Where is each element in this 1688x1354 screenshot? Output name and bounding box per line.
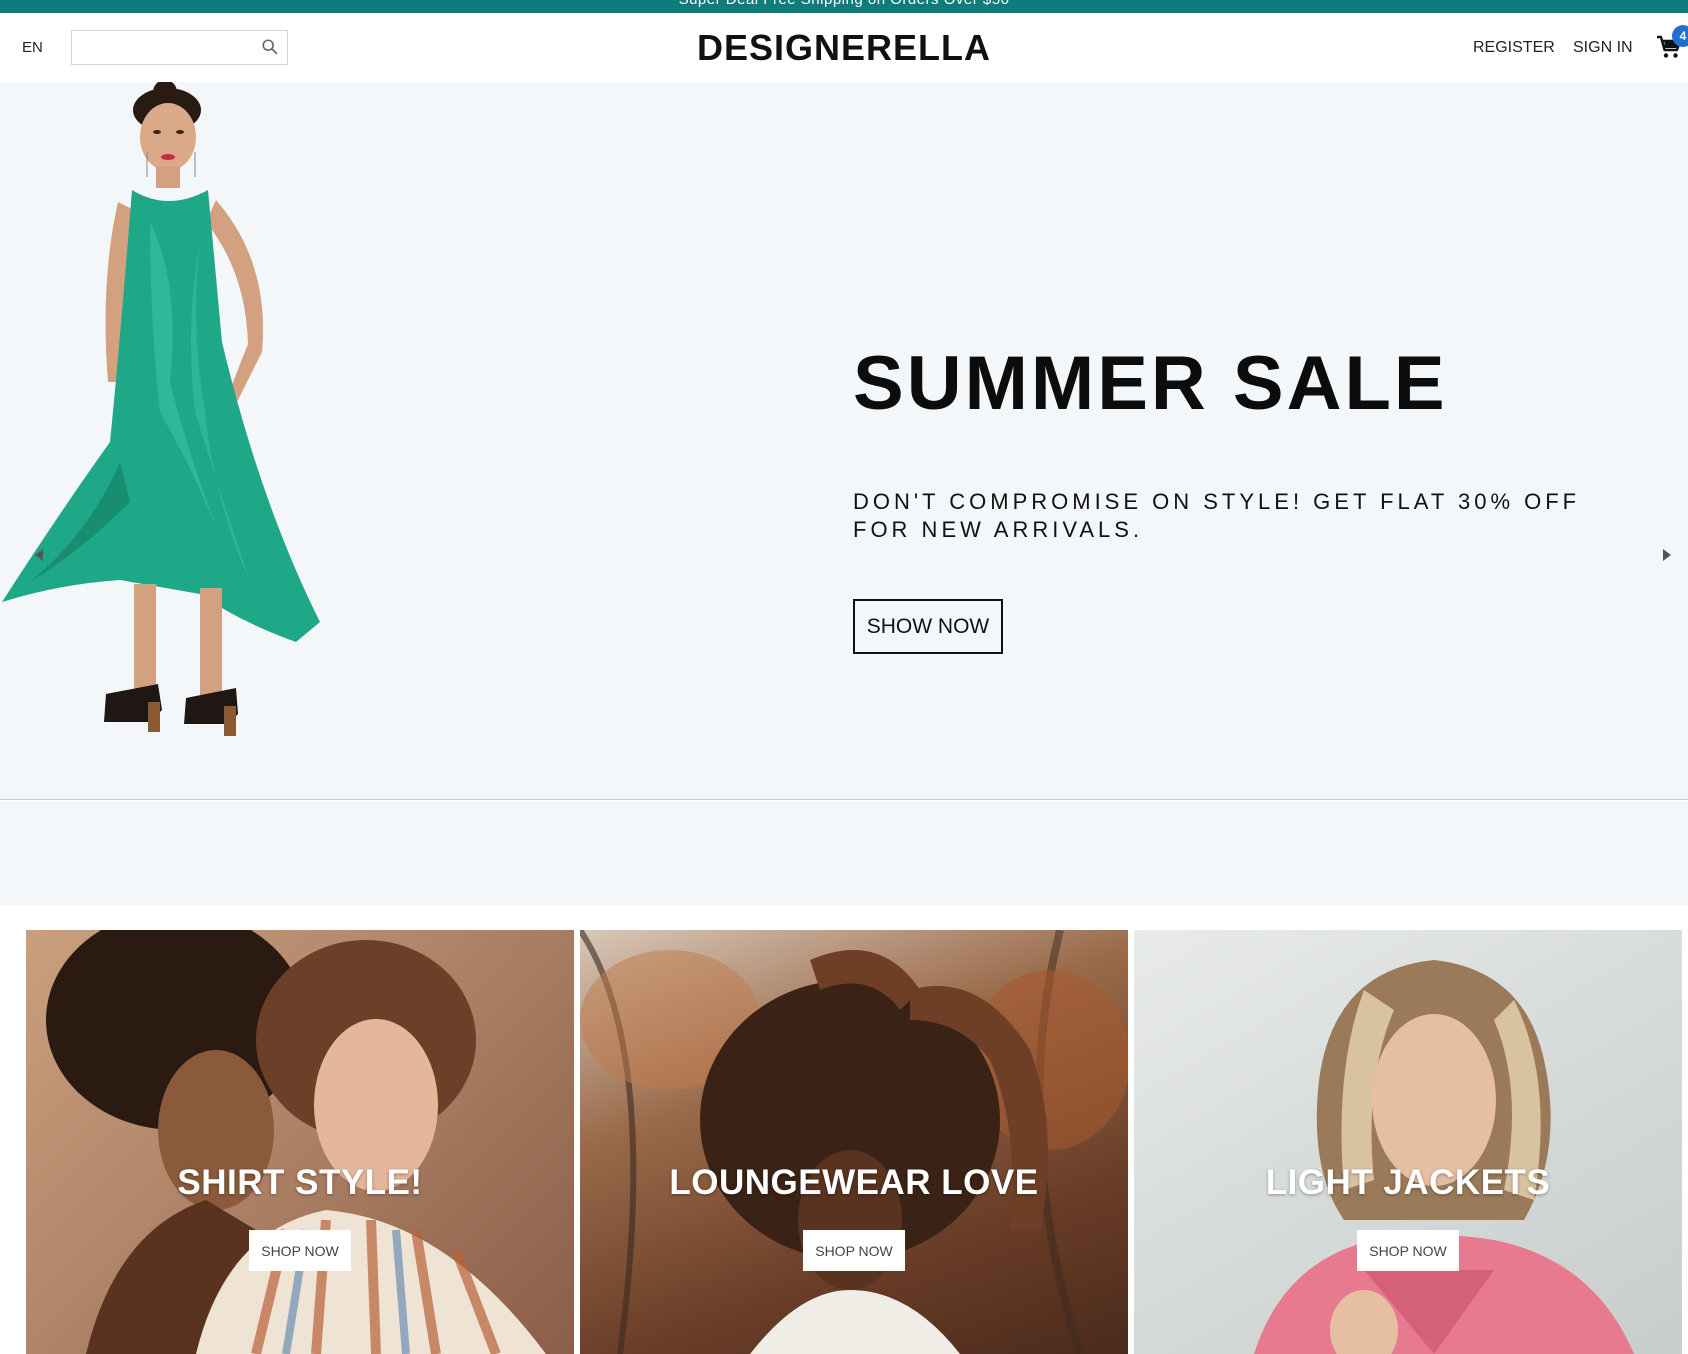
hero-subtitle: DON'T COMPROMISE ON STYLE! GET FLAT 30% … — [853, 489, 1581, 542]
cart-count-badge: 4 — [1672, 25, 1688, 47]
category-title: SHIRT STYLE! — [177, 1163, 423, 1202]
model-image — [2, 82, 320, 736]
carousel-prev-icon[interactable] — [24, 530, 54, 580]
announcement-text: Super Deal Free Shipping on Orders Over … — [0, 0, 1688, 8]
signin-link[interactable]: SIGN IN — [1573, 39, 1633, 57]
category-title: LIGHT JACKETS — [1265, 1163, 1551, 1202]
hero-spacer — [0, 801, 1688, 905]
category-tile-jackets[interactable]: LIGHT JACKETS SHOP NOW — [1134, 930, 1682, 1354]
hero-title: SUMMER SALE — [853, 341, 1448, 426]
logo-text: DESIGNERELLA — [696, 27, 992, 68]
category-image-loungewear — [580, 930, 1128, 1354]
category-image-jackets — [1254, 960, 1634, 1354]
category-tile-shirts[interactable]: SHIRT STYLE! SHOP NOW — [26, 930, 574, 1354]
site-header: EN DESIGNERELLA REGISTER SIGN IN 4 — [0, 13, 1688, 82]
carousel-next-icon[interactable] — [1652, 530, 1682, 580]
category-image-shirts — [46, 930, 546, 1354]
hero-banner: SUMMER SALE DON'T COMPROMISE ON STYLE! G… — [0, 82, 1688, 800]
shop-now-button[interactable]: SHOP NOW — [249, 1230, 351, 1271]
shop-now-button[interactable]: SHOP NOW — [803, 1230, 905, 1271]
hero-show-now-button[interactable]: SHOW NOW — [853, 599, 1003, 654]
category-tile-loungewear[interactable]: LOUNGEWEAR LOVE SHOP NOW — [580, 930, 1128, 1354]
site-logo[interactable]: DESIGNERELLA — [0, 27, 1688, 69]
announcement-bar: Super Deal Free Shipping on Orders Over … — [0, 0, 1688, 13]
category-title: LOUNGEWEAR LOVE — [669, 1163, 1039, 1202]
shop-now-button[interactable]: SHOP NOW — [1357, 1230, 1459, 1271]
register-link[interactable]: REGISTER — [1473, 39, 1555, 57]
